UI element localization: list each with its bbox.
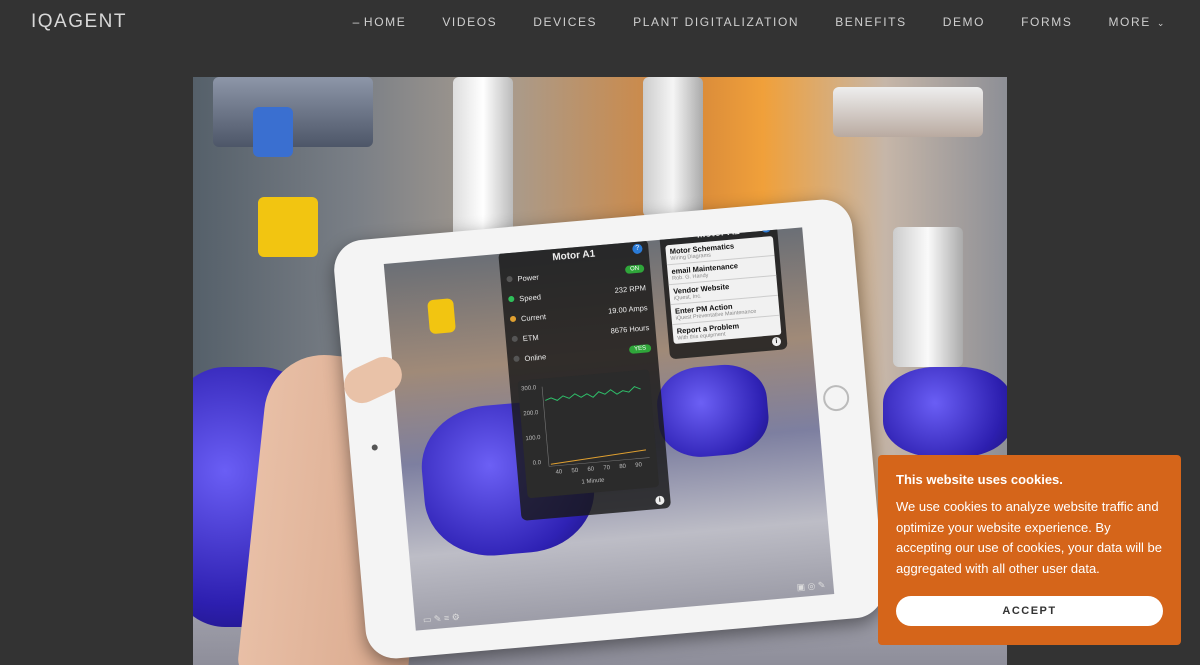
pencil-icon[interactable]: ✎ — [433, 613, 441, 624]
motor — [883, 367, 1007, 457]
pipe-valve — [253, 107, 293, 157]
status-badge: ON — [624, 263, 645, 274]
home-button — [822, 383, 851, 413]
nav-plant-digitalization[interactable]: PLANT DIGITALIZATION — [633, 15, 799, 29]
nav-videos[interactable]: VIDEOS — [442, 15, 497, 29]
nav-forms[interactable]: FORMS — [1021, 15, 1072, 29]
accept-cookies-button[interactable]: ACCEPT — [896, 596, 1163, 626]
main-nav: – HOME VIDEOS DEVICES PLANT DIGITALIZATIO… — [353, 15, 1166, 29]
status-row: Online YES — [513, 343, 652, 364]
status-dot — [506, 275, 513, 283]
status-row: ETM 8676 Hours — [511, 323, 650, 344]
camera-icon[interactable]: ▣ — [796, 582, 805, 593]
info-icon[interactable]: i — [771, 336, 782, 347]
motor — [654, 361, 772, 461]
y-axis — [541, 386, 550, 467]
info-icon[interactable]: i — [655, 495, 665, 506]
site-logo[interactable]: IQAGENT — [31, 11, 127, 33]
tablet-toolbar-right: ▣ ◎ ✎ — [796, 580, 826, 593]
cookie-banner: This website uses cookies. We use cookie… — [878, 455, 1181, 645]
motor-a2-panel: Motor A2 ? Motor SchematicsWiring Diagra… — [658, 227, 788, 360]
nav-home[interactable]: – HOME — [353, 15, 407, 29]
speed-chart: 300.0 200.0 100.0 0.0 40 50 60 70 80 90 … — [517, 369, 660, 499]
actuator — [427, 298, 456, 335]
pipe — [213, 77, 373, 147]
status-row: Power ON — [506, 263, 645, 284]
target-icon[interactable]: ◎ — [807, 581, 816, 592]
database-icon[interactable]: ≡ — [444, 613, 450, 623]
chart-plot — [541, 386, 650, 467]
folder-icon[interactable]: ▭ — [422, 614, 431, 625]
action-menu: Motor Schematics Wiring Diagrams email Ma… — [665, 235, 782, 345]
motor-a1-panel: Motor A1 ? Power ON Speed 232 RPM Current 1… — [498, 238, 672, 521]
tablet: Motor A1 ? Power ON Speed 232 RPM Current 1… — [331, 197, 887, 661]
cookie-title: This website uses cookies. — [896, 472, 1063, 487]
status-dot — [508, 295, 515, 303]
nav-devices[interactable]: DEVICES — [533, 15, 597, 29]
site-header: IQAGENT – HOME VIDEOS DEVICES PLANT DIGIT… — [0, 0, 1200, 45]
speed-line — [545, 386, 641, 401]
nav-benefits[interactable]: BENEFITS — [835, 15, 906, 29]
camera-icon — [371, 444, 378, 451]
status-row: Current 19.00 Amps — [509, 303, 648, 324]
pencil-icon[interactable]: ✎ — [817, 580, 825, 591]
status-dot — [513, 355, 520, 363]
gear-icon[interactable]: ⚙ — [451, 612, 460, 623]
pipe — [643, 77, 703, 217]
pipe — [453, 77, 513, 237]
nav-demo[interactable]: DEMO — [943, 15, 985, 29]
status-dot — [509, 315, 517, 323]
actuator — [258, 197, 318, 257]
nav-more[interactable]: MORE ⌄ — [1108, 15, 1166, 29]
chevron-down-icon: ⌄ — [1156, 18, 1166, 28]
panel-title: Motor A1 — [551, 248, 596, 264]
pipe — [833, 87, 983, 137]
pipe — [893, 227, 963, 367]
tablet-screen: Motor A1 ? Power ON Speed 232 RPM Current 1… — [383, 227, 835, 631]
status-badge: YES — [628, 343, 652, 354]
status-row: Speed 232 RPM — [508, 283, 646, 304]
cookie-body: We use cookies to analyze website traffi… — [896, 499, 1162, 576]
tablet-toolbar: ▭ ✎ ≡ ⚙ — [422, 612, 460, 626]
status-dot — [511, 335, 519, 343]
